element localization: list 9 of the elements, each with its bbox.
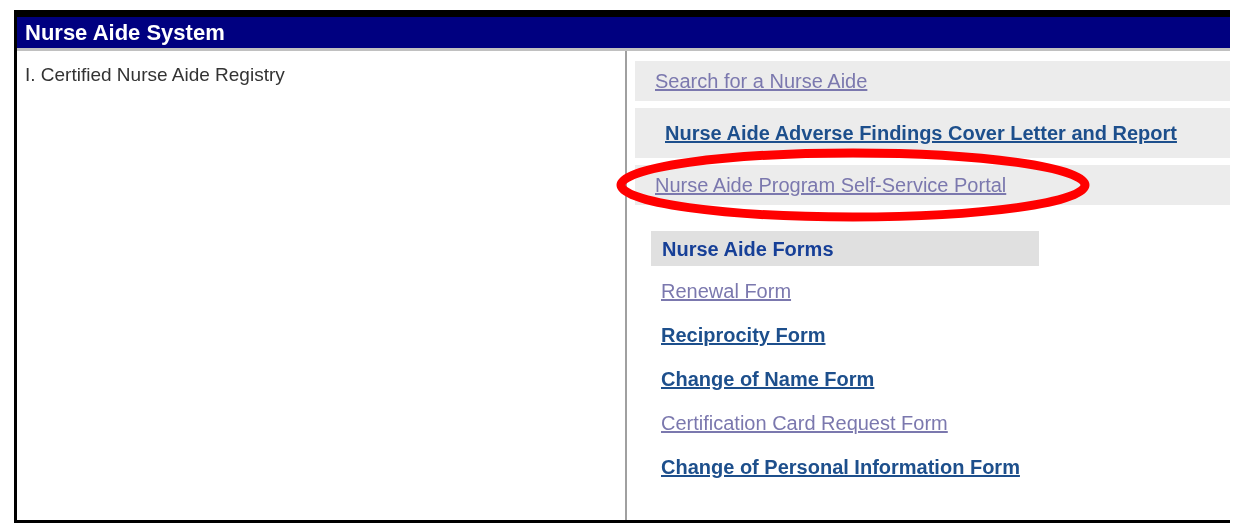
form-link[interactable]: Renewal Form [661, 278, 792, 304]
form-link[interactable]: Change of Personal Information Form [661, 454, 1020, 480]
forms-heading: Nurse Aide Forms [662, 236, 834, 262]
menu-link[interactable]: Nurse Aide Adverse Findings Cover Letter and Report [665, 118, 1177, 148]
form-link[interactable]: Certification Card Request Form [661, 410, 948, 436]
form-link[interactable]: Reciprocity Form [661, 322, 826, 348]
form-link[interactable]: Change of Name Form [661, 366, 875, 392]
section-heading: I. Certified Nurse Aide Registry [25, 64, 285, 85]
window-title: Nurse Aide System [25, 21, 225, 44]
